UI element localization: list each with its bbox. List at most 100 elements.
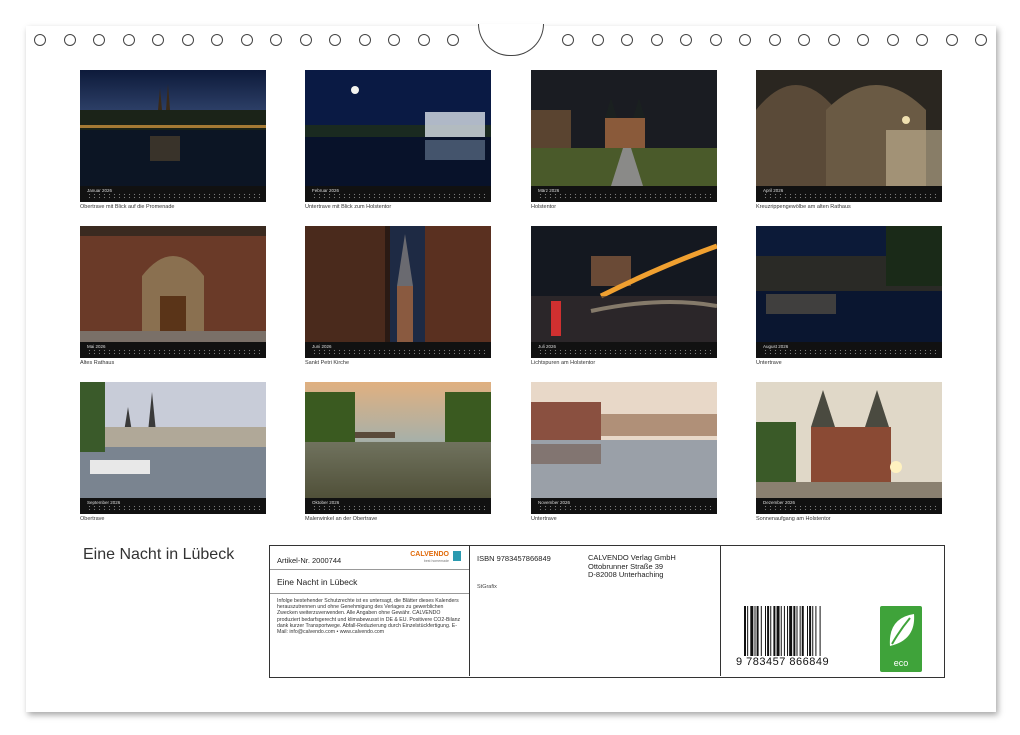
calendar-strip: März 2026 [531, 186, 717, 202]
binding-ring [916, 34, 928, 46]
day-grid [538, 349, 711, 355]
binding-ring [211, 34, 223, 46]
binding-ring [417, 34, 430, 46]
day-grid [538, 505, 711, 511]
publisher-line: D-82008 Unterhaching [588, 570, 664, 579]
barcode-bar [793, 606, 796, 656]
binding-ring [768, 34, 781, 46]
calendar-strip: November 2026 [531, 498, 717, 514]
eco-badge: eco [880, 606, 922, 672]
calendar-strip: Dezember 2026 [756, 498, 942, 514]
calendar-strip: Juli 2026 [531, 342, 717, 358]
barcode-bar [812, 606, 814, 656]
binding-ring [591, 34, 604, 46]
barcode-bar [747, 606, 749, 656]
month-thumbnail: Februar 2026 Untertrave mit Blick zum Ho… [305, 70, 491, 210]
calendar-strip: September 2026 [80, 498, 266, 514]
barcode-bar [819, 606, 821, 656]
binding-ring [122, 34, 135, 46]
month-photo [305, 70, 491, 186]
month-thumbnail: Oktober 2026 Malerwinkel an der Obertrav… [305, 382, 491, 522]
barcode-bar [789, 606, 793, 656]
binding-ring [34, 34, 46, 46]
calvendo-mark-icon [453, 551, 461, 561]
info-column-middle: ISBN 9783457866849 StGrafix CALVENDO Ver… [469, 546, 721, 676]
day-grid [763, 349, 936, 355]
day-grid [763, 505, 936, 511]
day-grid [763, 193, 936, 199]
photo-caption: Untertrave [531, 516, 557, 522]
binding-ring [329, 34, 341, 46]
binding-ring [945, 34, 958, 46]
month-thumbnail: Juli 2026 Lichtspuren am Holstentor [531, 226, 717, 366]
calendar-strip: Mai 2026 [80, 342, 266, 358]
month-thumbnail: November 2026 Untertrave [531, 382, 717, 522]
binding-ring [680, 34, 692, 46]
barcode-bar [801, 606, 804, 656]
barcode-bar [770, 606, 772, 656]
info-column-right: 9 783457 866849 eco [720, 546, 944, 676]
barcode-bar [776, 606, 780, 656]
binding-ring [358, 34, 371, 46]
month-photo [305, 226, 491, 342]
barcode-bar [809, 606, 812, 656]
day-grid [312, 349, 485, 355]
calendar-strip: April 2026 [756, 186, 942, 202]
month-photo [531, 226, 717, 342]
binding-ring [63, 34, 76, 46]
day-grid [538, 193, 711, 199]
photo-caption: Sankt Petri Kirche [305, 360, 350, 366]
calvendo-logo: CALVENDO [410, 551, 449, 558]
barcode-bar [760, 606, 762, 656]
day-grid [312, 193, 485, 199]
calendar-strip: Juni 2026 [305, 342, 491, 358]
isbn: ISBN 9783457866849 [477, 554, 551, 563]
calendar-strip: Februar 2026 [305, 186, 491, 202]
photo-caption: Malerwinkel an der Obertrave [305, 516, 378, 522]
barcode-bar [767, 606, 770, 656]
month-photo [80, 70, 266, 186]
binding-ring [650, 34, 663, 46]
barcode-number: 9 783457 866849 [736, 656, 830, 668]
product-info-box: Artikel-Nr. 2000744 CALVENDO best homema… [269, 545, 945, 678]
article-number: Artikel-Nr. 2000744 [277, 556, 342, 565]
day-grid [87, 349, 260, 355]
author-credit: StGrafix [477, 584, 497, 590]
barcode-bar [783, 606, 785, 656]
month-photo [80, 226, 266, 342]
month-thumbnail: Januar 2026 Obertrave mit Blick auf die … [80, 70, 266, 210]
barcode-bar [750, 606, 754, 656]
photo-caption: Holstentor [531, 204, 557, 210]
barcode [744, 606, 821, 656]
title-row: Eine Nacht in Lübeck [270, 570, 469, 594]
binding-ring [93, 34, 105, 46]
binding-ring [798, 34, 810, 46]
barcode-bar [796, 606, 798, 656]
month-photo [756, 382, 942, 498]
binding-ring [709, 34, 722, 46]
month-photo [756, 226, 942, 342]
barcode-bar [756, 606, 759, 656]
photo-caption: Kreuzrippengewölbe am alten Rathaus [756, 204, 851, 210]
barcode-bar [815, 606, 817, 656]
binding-ring [240, 34, 253, 46]
binding-ring [152, 34, 164, 46]
barcode-bar [807, 606, 808, 656]
binding-ring [621, 34, 633, 46]
barcode-bar [780, 606, 782, 656]
photo-caption: Altes Rathaus [80, 360, 115, 366]
calendar-title: Eine Nacht in Lübeck [83, 546, 235, 563]
info-title: Eine Nacht in Lübeck [277, 577, 358, 587]
month-thumbnail: Mai 2026 Altes Rathaus [80, 226, 266, 366]
month-thumbnail: Dezember 2026 Sonnenaufgang am Holstento… [756, 382, 942, 522]
binding-ring [857, 34, 869, 46]
barcode-bar [787, 606, 789, 656]
photo-caption: Lichtspuren am Holstentor [531, 360, 596, 366]
calendar-strip: Oktober 2026 [305, 498, 491, 514]
day-grid [312, 505, 485, 511]
leaf-icon [889, 614, 915, 646]
month-thumbnail: August 2026 Untertrave [756, 226, 942, 366]
binding-ring [739, 34, 751, 46]
photo-caption: Untertrave [756, 360, 782, 366]
month-photo [531, 382, 717, 498]
